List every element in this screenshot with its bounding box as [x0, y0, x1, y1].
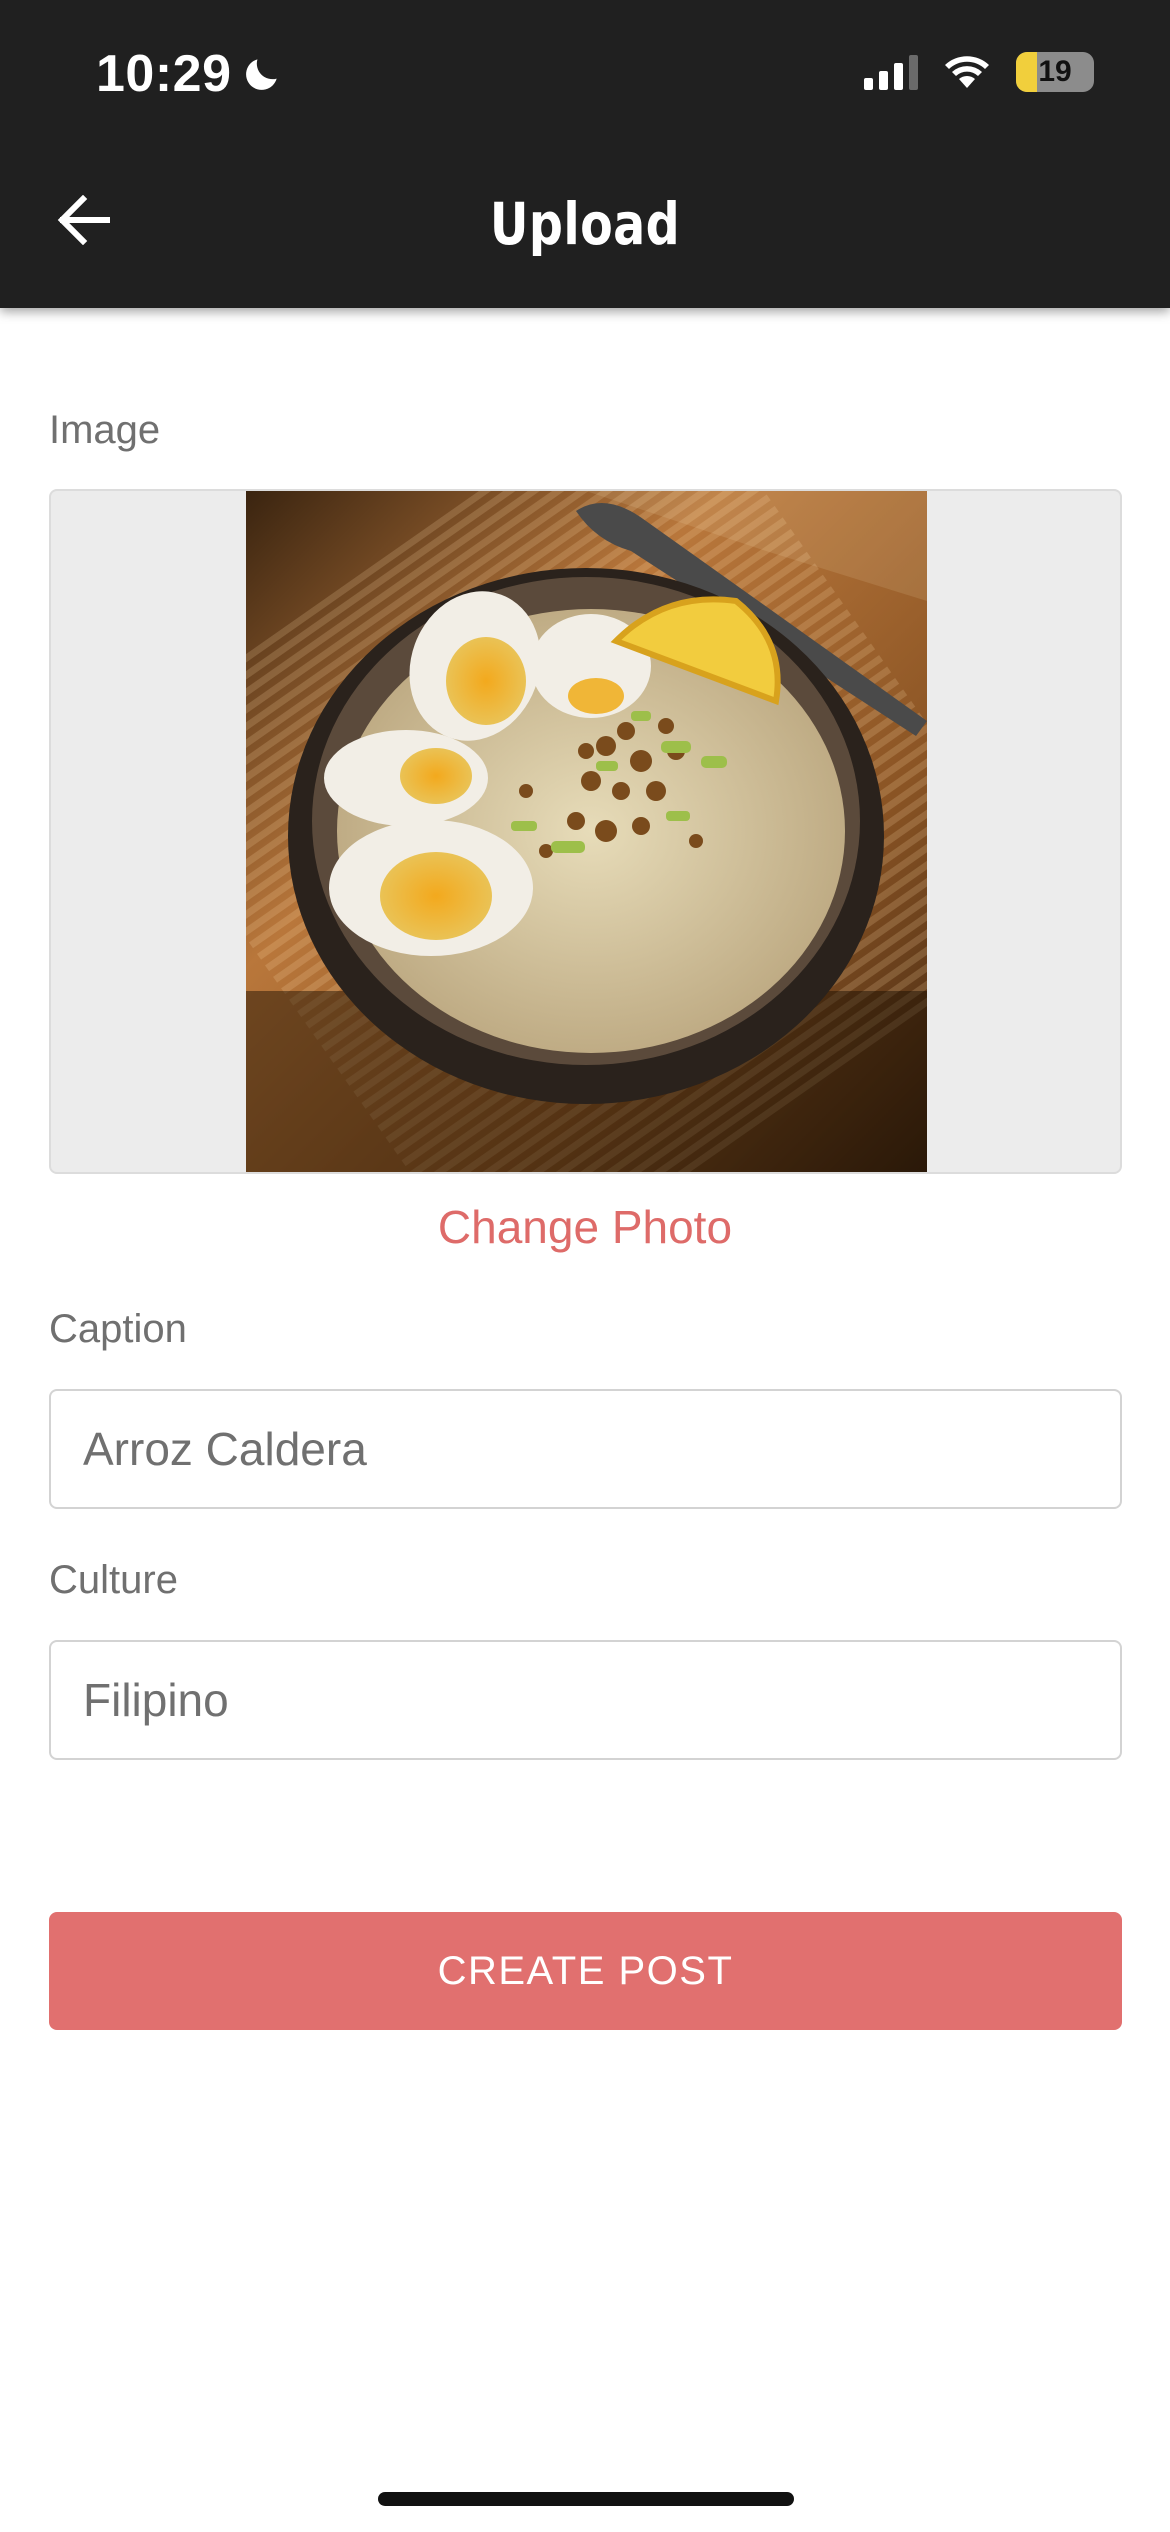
app-header: 10:29 19 Upload: [0, 0, 1170, 308]
home-indicator[interactable]: [378, 2492, 794, 2506]
caption-input[interactable]: [49, 1389, 1122, 1509]
create-post-button[interactable]: CREATE POST: [49, 1912, 1122, 2030]
cellular-signal-icon: [864, 54, 918, 90]
wifi-icon: [945, 56, 989, 88]
change-photo-link[interactable]: Change Photo: [0, 1200, 1170, 1254]
status-time-text: 10:29: [96, 45, 232, 103]
image-label: Image: [49, 408, 161, 452]
caption-label: Caption: [49, 1307, 187, 1351]
battery-icon: 19: [1016, 52, 1094, 92]
arrow-left-icon: [57, 195, 110, 245]
culture-label: Culture: [49, 1558, 178, 1602]
battery-level: 19: [1038, 55, 1072, 88]
culture-input[interactable]: [49, 1640, 1122, 1760]
food-photo: [246, 491, 927, 1172]
image-preview[interactable]: [49, 489, 1122, 1174]
status-time: 10:29: [96, 44, 284, 104]
status-icons: 19: [864, 52, 1094, 92]
page-title: Upload: [489, 190, 681, 258]
moon-icon: [245, 59, 277, 90]
